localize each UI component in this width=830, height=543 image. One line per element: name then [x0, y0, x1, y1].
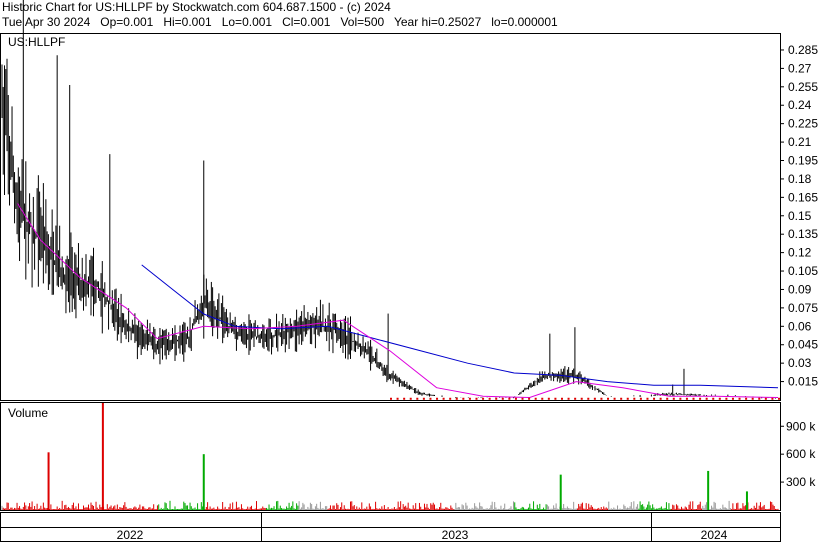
low-marker	[495, 397, 498, 400]
date-label-2022: 2022	[117, 528, 144, 542]
low-marker	[639, 397, 642, 400]
low-marker	[547, 397, 550, 400]
low-marker	[659, 397, 662, 400]
low-marker	[416, 397, 419, 400]
low-marker	[613, 397, 616, 400]
low-marker	[455, 397, 458, 400]
low-marker	[745, 397, 748, 400]
volume-tick-label: 300 k	[786, 475, 816, 489]
low-marker	[666, 397, 669, 400]
price-tick-label: 0.18	[788, 172, 812, 186]
low-marker	[449, 397, 452, 400]
volume-panel-label: Volume	[8, 406, 48, 420]
low-marker	[442, 397, 445, 400]
volume-tick-label: 600 k	[786, 447, 816, 461]
low-marker	[567, 397, 570, 400]
low-marker	[488, 397, 491, 400]
price-tick-label: 0.135	[788, 227, 818, 241]
price-tick-label: 0.06	[788, 319, 812, 333]
date-label-2023: 2023	[442, 528, 469, 542]
low-marker	[574, 397, 577, 400]
low-marker	[482, 397, 485, 400]
price-tick-label: 0.105	[788, 264, 818, 278]
price-tick-label: 0.165	[788, 190, 818, 204]
date-label-2024: 2024	[701, 528, 728, 542]
price-tick-label: 0.225	[788, 117, 818, 131]
volume-panel	[0, 402, 781, 511]
low-marker	[705, 397, 708, 400]
price-panel	[0, 33, 781, 401]
low-marker	[685, 397, 688, 400]
volume-axis: 900 k 600 k 300 k	[780, 419, 816, 489]
low-marker	[580, 397, 583, 400]
low-marker	[758, 397, 761, 400]
low-marker	[403, 397, 406, 400]
low-marker	[593, 397, 596, 400]
price-tick-label: 0.195	[788, 154, 818, 168]
price-tick-label: 0.285	[788, 43, 818, 57]
price-tick-label: 0.255	[788, 80, 818, 94]
low-marker	[409, 397, 412, 400]
low-marker	[468, 397, 471, 400]
low-marker	[712, 397, 715, 400]
low-marker	[626, 397, 629, 400]
price-axis: 0.285 0.27 0.255 0.24 0.225 0.21 0.195 0.18 0.16…	[780, 43, 818, 389]
price-tick-label: 0.21	[788, 135, 812, 149]
price-tick-label: 0.15	[788, 209, 812, 223]
low-marker	[587, 397, 590, 400]
low-marker	[699, 397, 702, 400]
price-tick-label: 0.09	[788, 282, 812, 296]
low-marker	[436, 397, 439, 400]
price-tick-label: 0.03	[788, 356, 812, 370]
price-panel-label: US:HLLPF	[8, 35, 65, 49]
low-marker	[534, 397, 537, 400]
low-marker	[764, 397, 767, 400]
low-marker	[718, 397, 721, 400]
low-marker	[560, 397, 563, 400]
low-marker	[725, 397, 728, 400]
low-marker	[475, 397, 478, 400]
low-marker	[541, 397, 544, 400]
low-marker	[633, 397, 636, 400]
price-tick-label: 0.015	[788, 375, 818, 389]
low-marker	[653, 397, 656, 400]
low-marker	[738, 397, 741, 400]
low-marker	[646, 397, 649, 400]
low-marker	[422, 397, 425, 400]
low-marker	[672, 397, 675, 400]
low-marker	[771, 397, 774, 400]
low-marker	[554, 397, 557, 400]
low-marker	[679, 397, 682, 400]
volume-tick-label: 900 k	[786, 419, 816, 433]
low-marker	[692, 397, 695, 400]
low-marker	[390, 397, 392, 400]
low-marker	[751, 397, 754, 400]
price-tick-label: 0.27	[788, 61, 812, 75]
low-marker	[396, 397, 399, 400]
low-marker	[514, 397, 517, 400]
low-marker	[620, 397, 623, 400]
price-tick-label: 0.075	[788, 301, 818, 315]
price-tick-label: 0.12	[788, 246, 812, 260]
low-marker	[508, 397, 511, 400]
low-marker	[429, 397, 432, 400]
low-marker	[528, 397, 531, 400]
price-tick-label: 0.045	[788, 338, 818, 352]
low-marker	[501, 397, 504, 400]
low-marker	[600, 397, 603, 400]
historic-chart: US:HLLPF 0.285 0.27 0.255 0.24 0.225 0.21 0.19…	[0, 0, 818, 542]
low-marker	[778, 397, 780, 400]
low-marker	[462, 397, 465, 400]
price-tick-label: 0.24	[788, 98, 812, 112]
low-marker	[731, 397, 734, 400]
low-marker	[607, 397, 610, 400]
low-marker	[521, 397, 524, 400]
